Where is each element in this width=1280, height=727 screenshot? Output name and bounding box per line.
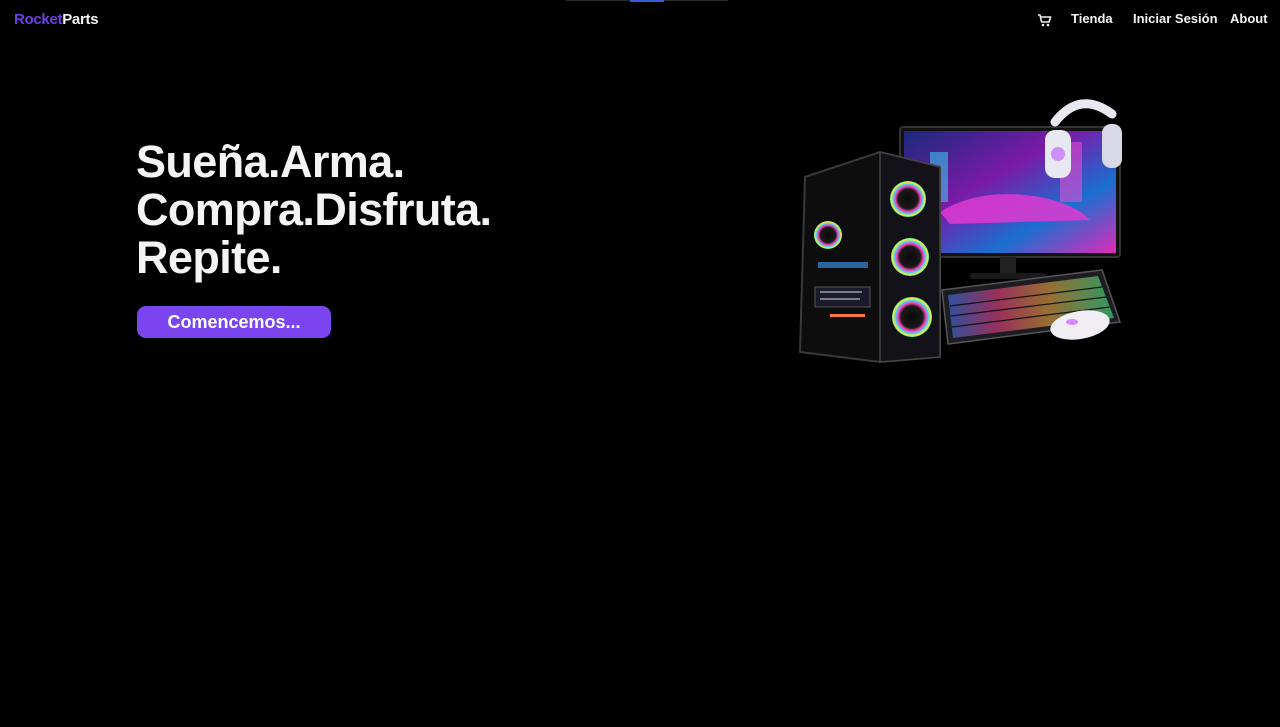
nav-iniciar-sesion[interactable]: Iniciar Sesión bbox=[1133, 11, 1218, 26]
brand-name-part2: Parts bbox=[62, 11, 99, 28]
nav-tienda[interactable]: Tienda bbox=[1071, 11, 1113, 26]
navbar: RocketParts Tienda Iniciar Sesión About bbox=[0, 0, 1280, 40]
hero-line-2: Compra.Disfruta. bbox=[136, 184, 492, 235]
brand-name-part1: Rocket bbox=[14, 11, 63, 28]
comencemos-button[interactable]: Comencemos... bbox=[137, 306, 331, 338]
nav-about[interactable]: About bbox=[1230, 11, 1268, 26]
hero-line-1: Sueña.Arma. bbox=[136, 136, 405, 187]
brand-logo[interactable]: RocketParts bbox=[14, 11, 99, 28]
top-scroll-indicator bbox=[566, 0, 728, 2]
cart-icon[interactable] bbox=[1037, 12, 1053, 28]
hero-line-3: Repite. bbox=[136, 232, 282, 283]
gaming-pc-setup-image bbox=[798, 99, 1122, 364]
top-scroll-indicator-accent bbox=[630, 0, 664, 2]
